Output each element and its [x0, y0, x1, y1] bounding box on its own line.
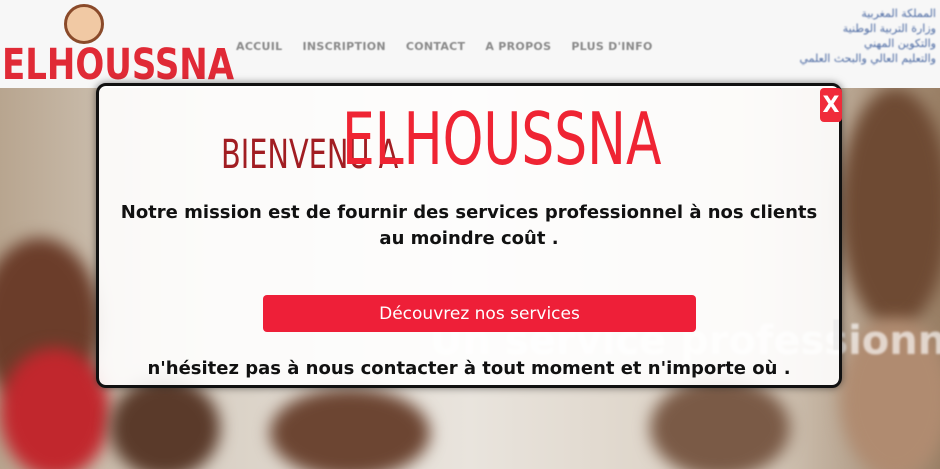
discover-services-button[interactable]: Découvrez nos services — [263, 295, 696, 332]
nav-contact[interactable]: CONTACT — [406, 40, 465, 53]
nav-a-propos[interactable]: A PROPOS — [485, 40, 551, 53]
photo-child-face — [270, 388, 430, 469]
welcome-modal: X BIENVENU A ELHOUSSNA Notre mission est… — [96, 83, 842, 388]
ministry-line: وزارة التربية الوطنية — [842, 22, 936, 35]
photo-wall-right — [840, 88, 940, 328]
photo-child-face — [110, 378, 220, 469]
photo-red-shirt — [0, 348, 110, 469]
photo-child-face — [650, 378, 790, 469]
contact-text: n'hésitez pas à nous contacter à tout mo… — [147, 358, 791, 379]
ministry-line: والتعليم العالي والبحث العلمي — [799, 52, 936, 65]
site-header: ELHOUSSNA ACCUIL INSCRIPTION CONTACT A P… — [0, 0, 940, 88]
site-logo[interactable]: ELHOUSSNA — [2, 4, 234, 88]
nav-inscription[interactable]: INSCRIPTION — [303, 40, 386, 53]
ministry-text: المملكة المغربية وزارة التربية الوطنية و… — [756, 6, 936, 66]
ministry-line: المملكة المغربية — [861, 7, 936, 20]
mission-line-1: Notre mission est de fournir des service… — [120, 202, 818, 223]
modal-title: BIENVENU A ELHOUSSNA — [99, 100, 839, 178]
mission-text: Notre mission est de fournir des service… — [99, 200, 839, 252]
nav-plus-info[interactable]: PLUS D'INFO — [571, 40, 652, 53]
mission-line-2: au moindre coût . — [379, 228, 559, 249]
title-brand: ELHOUSSNA — [341, 97, 662, 181]
ministry-line: والتكوين المهني — [863, 37, 936, 50]
main-nav: ACCUIL INSCRIPTION CONTACT A PROPOS PLUS… — [236, 40, 653, 53]
nav-accueil[interactable]: ACCUIL — [236, 40, 283, 53]
logo-text: ELHOUSSNA — [2, 40, 235, 88]
logo-child-figure — [64, 4, 104, 44]
